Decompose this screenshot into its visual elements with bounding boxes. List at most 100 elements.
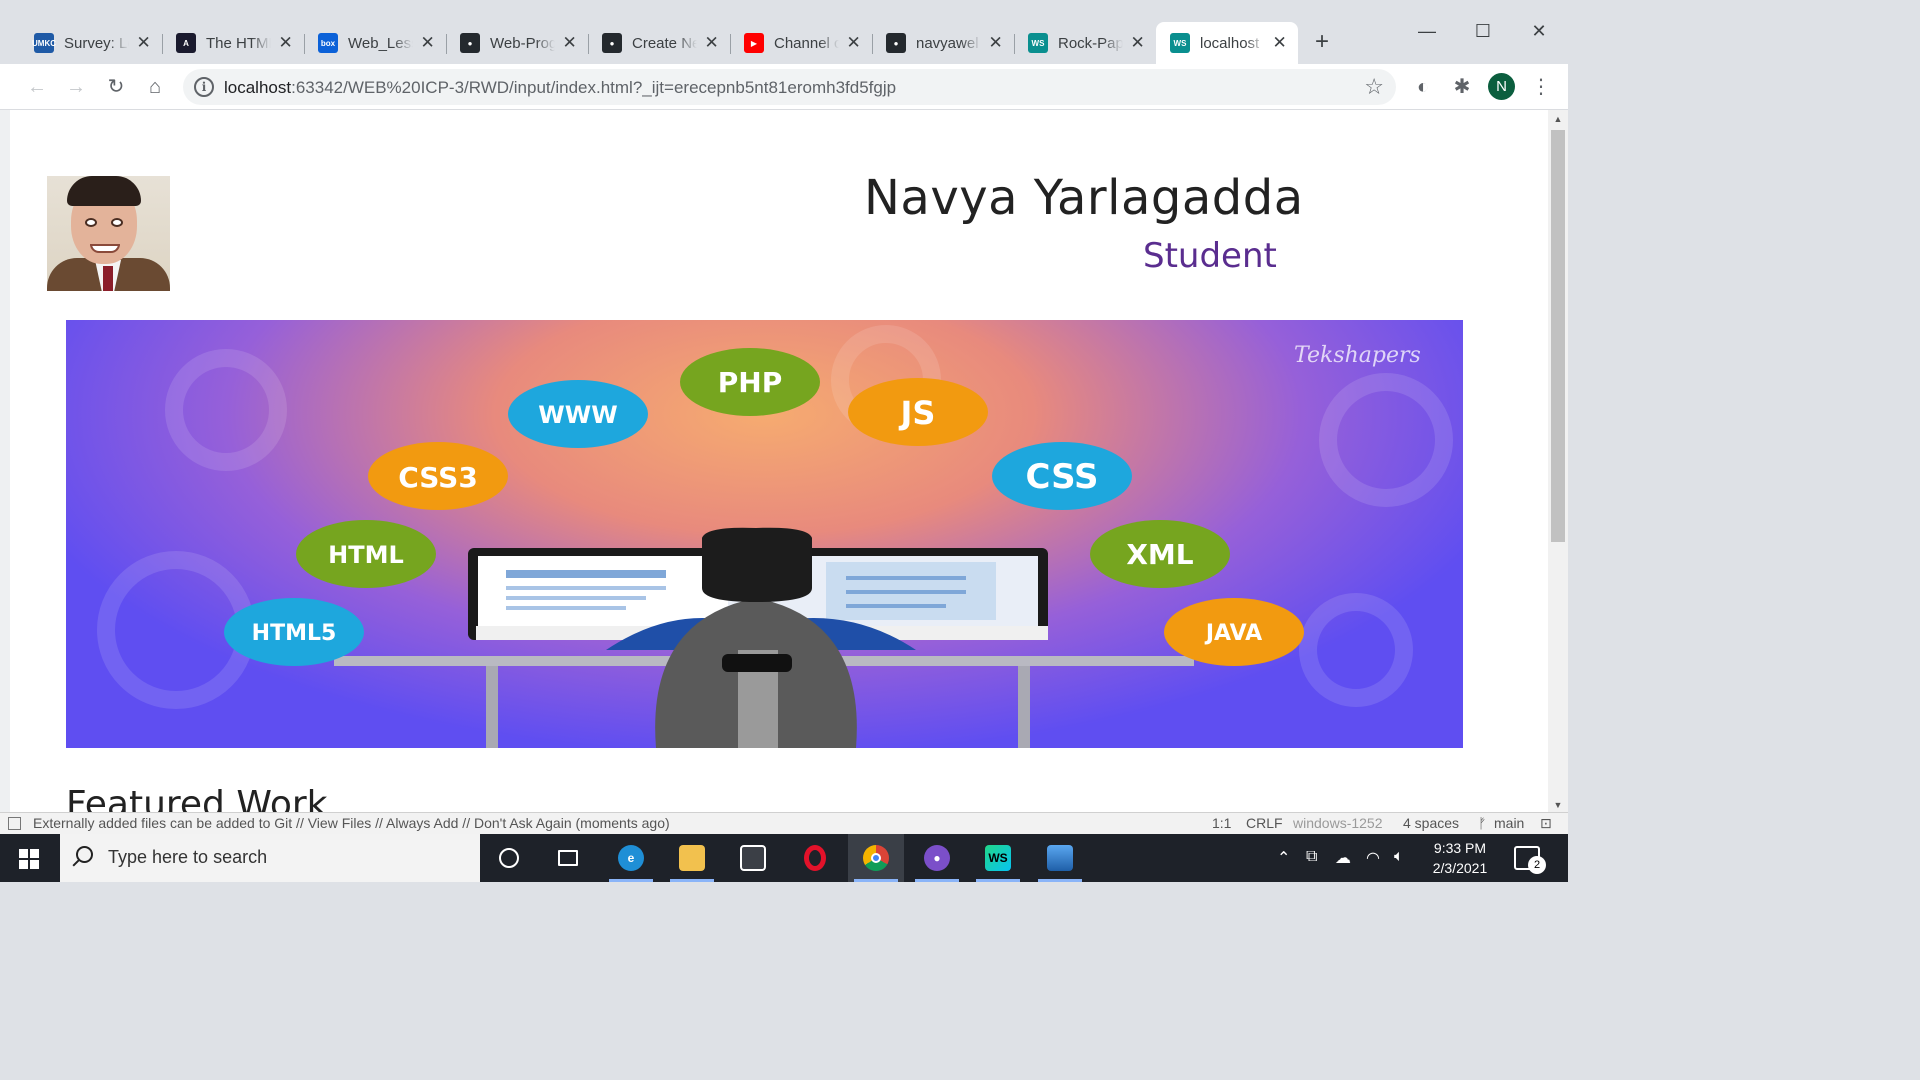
close-tab-icon[interactable]: ✕ xyxy=(561,33,578,53)
tab-separator xyxy=(162,34,163,54)
close-tab-icon[interactable]: ✕ xyxy=(135,33,152,53)
browser-menu-icon[interactable]: ⋮ xyxy=(1528,74,1554,100)
close-tab-icon[interactable]: ✕ xyxy=(987,33,1004,53)
tab-separator xyxy=(588,34,589,54)
tab-title: localhost xyxy=(1200,34,1260,52)
close-tab-icon[interactable]: ✕ xyxy=(419,33,436,53)
tab-separator xyxy=(446,34,447,54)
new-tab-button[interactable]: + xyxy=(1309,29,1335,55)
close-tab-icon[interactable]: ✕ xyxy=(1129,33,1146,53)
close-tab-icon[interactable]: ✕ xyxy=(277,33,294,53)
system-clock[interactable]: 9:33 PM 2/3/2021 xyxy=(1428,838,1492,878)
edge-icon[interactable]: e xyxy=(603,834,659,882)
forward-arrow-icon[interactable]: → xyxy=(61,72,91,102)
bookmark-star-icon[interactable]: ☆ xyxy=(1364,74,1384,100)
line-separator[interactable]: CRLF xyxy=(1246,815,1283,831)
lock-icon[interactable]: ⊡ xyxy=(1540,815,1552,832)
svg-text:WWW: WWW xyxy=(538,401,617,429)
store-icon[interactable] xyxy=(725,834,781,882)
php-badge: PHP xyxy=(680,348,820,416)
indent-setting[interactable]: 4 spaces xyxy=(1403,815,1459,831)
box-icon: box xyxy=(318,33,338,53)
js-badge: JS xyxy=(848,378,988,446)
browser-tab[interactable]: box Web_Less ✕ xyxy=(304,22,446,64)
minimize-button[interactable]: — xyxy=(1412,16,1442,46)
html-badge: HTML xyxy=(296,520,436,588)
file-explorer-icon[interactable] xyxy=(664,834,720,882)
desktop-screen: UMKC Survey: Le ✕ A The HTML ✕ box Web_Less ✕ ● We… xyxy=(0,0,1568,882)
reload-icon[interactable]: ↻ xyxy=(101,72,131,102)
back-arrow-icon[interactable]: ← xyxy=(22,72,52,102)
search-icon xyxy=(76,846,93,863)
svg-text:HTML: HTML xyxy=(328,541,404,569)
url-text[interactable]: localhost:63342/WEB%20ICP-3/RWD/input/in… xyxy=(224,78,896,98)
maximize-button[interactable]: ☐ xyxy=(1468,16,1498,46)
browser-tab[interactable]: ● Create Ne ✕ xyxy=(588,22,730,64)
github-desktop-icon[interactable]: ● xyxy=(909,834,965,882)
scroll-down-arrow-icon[interactable]: ▼ xyxy=(1548,800,1568,810)
xml-badge: XML xyxy=(1090,520,1230,588)
browser-tab[interactable]: A The HTML ✕ xyxy=(162,22,304,64)
task-view-icon[interactable] xyxy=(540,834,596,882)
svg-text:JS: JS xyxy=(899,394,936,432)
close-window-button[interactable]: ✕ xyxy=(1524,16,1554,46)
device-icon[interactable]: ⧉ xyxy=(1306,848,1317,866)
profile-avatar[interactable]: N xyxy=(1488,73,1515,100)
opera-icon[interactable] xyxy=(787,834,843,882)
tab-separator xyxy=(1014,34,1015,54)
photos-icon[interactable] xyxy=(1032,834,1088,882)
volume-icon[interactable]: 🔈︎ xyxy=(1394,848,1404,866)
git-branch[interactable]: main xyxy=(1494,815,1524,831)
page-title-name: Navya Yarlagadda xyxy=(864,170,1304,226)
banner-watermark: Tekshapers xyxy=(1294,343,1421,368)
chrome-icon[interactable] xyxy=(848,834,904,882)
browser-tab-strip: UMKC Survey: Le ✕ A The HTML ✕ box Web_Less ✕ ● We… xyxy=(0,0,1568,64)
browser-tab[interactable]: ● navyawel ✕ xyxy=(872,22,1014,64)
java-badge: JAVA xyxy=(1164,598,1304,666)
close-tab-icon[interactable]: ✕ xyxy=(845,33,862,53)
git-notification-message[interactable]: Externally added files can be added to G… xyxy=(33,815,670,831)
github-icon: ● xyxy=(460,33,480,53)
close-tab-icon[interactable]: ✕ xyxy=(1271,33,1288,53)
file-encoding[interactable]: windows-1252 xyxy=(1293,815,1383,831)
css-badge: CSS xyxy=(992,442,1132,510)
extension-circle-icon[interactable]: ◐ xyxy=(1410,74,1436,100)
browser-tab[interactable]: UMKC Survey: Le ✕ xyxy=(20,22,162,64)
clock-time: 9:33 PM xyxy=(1433,840,1487,856)
close-tab-icon[interactable]: ✕ xyxy=(703,33,720,53)
url-path: :63342/WEB%20ICP-3/RWD/input/index.html?… xyxy=(291,78,897,97)
github-icon: ● xyxy=(602,33,622,53)
wifi-icon[interactable]: ◠ xyxy=(1366,848,1380,868)
tab-title: Survey: Le xyxy=(64,34,130,52)
tab-title: Create Ne xyxy=(632,34,698,52)
hero-banner-image: Tekshapers PHP WWW JS CSS3 CSS HTML XML … xyxy=(66,320,1463,748)
svg-text:XML: XML xyxy=(1126,538,1193,571)
browser-toolbar: ← → ↻ ⌂ i localhost:63342/WEB%20ICP-3/RW… xyxy=(0,64,1568,110)
browser-tab[interactable]: ● Web-Prog ✕ xyxy=(446,22,588,64)
show-hidden-icons-icon[interactable]: ⌃ xyxy=(1277,848,1290,868)
scroll-up-arrow-icon[interactable]: ▲ xyxy=(1548,114,1568,124)
web-page-viewport: Navya Yarlagadda Student Tekshapers PHP … xyxy=(10,110,1548,812)
browser-tab[interactable]: WS Rock-Pap ✕ xyxy=(1014,22,1156,64)
tab-title: Web-Prog xyxy=(490,34,556,52)
home-icon[interactable]: ⌂ xyxy=(140,72,170,102)
taskbar-search[interactable]: Type here to search xyxy=(60,834,480,882)
browser-tab[interactable]: ▶ Channel c ✕ xyxy=(730,22,872,64)
caret-position[interactable]: 1:1 xyxy=(1212,815,1231,831)
onedrive-icon[interactable]: ☁ xyxy=(1335,848,1351,868)
extensions-puzzle-icon[interactable]: ✱ xyxy=(1449,74,1475,100)
svg-text:HTML5: HTML5 xyxy=(252,621,337,646)
notification-center-icon[interactable]: 2 xyxy=(1514,846,1546,874)
browser-tab[interactable]: WS localhost ✕ xyxy=(1156,22,1298,64)
webstorm-icon[interactable]: WS xyxy=(970,834,1026,882)
site-info-icon[interactable]: i xyxy=(194,77,214,97)
windows-start-icon[interactable] xyxy=(0,834,58,882)
www-badge: WWW xyxy=(508,380,648,448)
cortana-icon[interactable] xyxy=(481,834,537,882)
scrollbar-thumb[interactable] xyxy=(1551,130,1565,542)
git-branch-icon[interactable]: ᚠ xyxy=(1478,815,1486,831)
status-toggle-icon[interactable] xyxy=(8,817,21,830)
page-scrollbar[interactable]: ▲ ▼ xyxy=(1548,110,1568,812)
windows-taskbar: Type here to search e ● WS ⌃ ⧉ ☁ ◠ 🔈︎ 9:… xyxy=(0,834,1568,882)
address-bar[interactable]: i localhost:63342/WEB%20ICP-3/RWD/input/… xyxy=(183,69,1396,105)
